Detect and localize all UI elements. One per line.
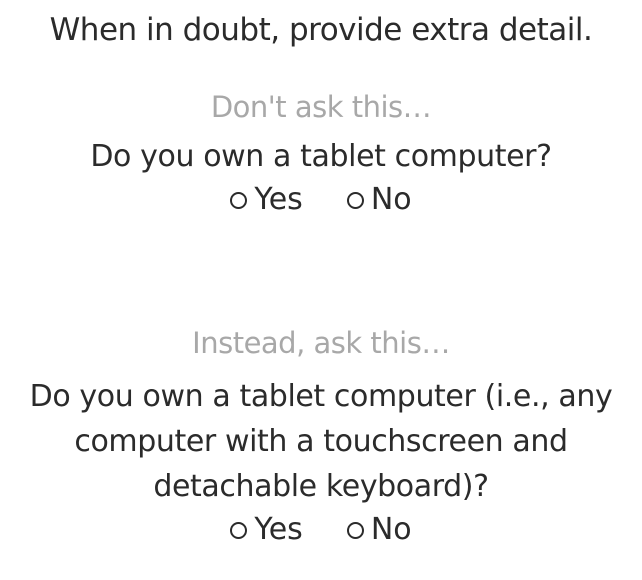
bad-example-option-no[interactable]: No [346, 180, 412, 220]
radio-button[interactable] [346, 521, 364, 539]
bad-example-question: Do you own a tablet computer? [90, 139, 552, 174]
bad-example-options: Yes No [0, 180, 642, 220]
good-example-options: Yes No [0, 510, 642, 550]
radio-button[interactable] [230, 521, 248, 539]
radio-button[interactable] [346, 191, 364, 209]
option-label-yes: Yes [254, 182, 303, 217]
option-label-no: No [370, 512, 412, 547]
radio-button[interactable] [230, 191, 248, 209]
option-label-no: No [370, 182, 412, 217]
bad-example-label: Don't ask this… [210, 90, 432, 124]
survey-tip-slide: When in doubt, provide extra detail. Don… [0, 0, 642, 580]
good-example-question: Do you own a tablet computer (i.e., any … [29, 379, 613, 504]
good-example-label: Instead, ask this… [192, 326, 450, 360]
page-title: When in doubt, provide extra detail. [49, 12, 593, 48]
good-example-option-yes[interactable]: Yes [230, 510, 303, 550]
bad-example-option-yes[interactable]: Yes [230, 180, 303, 220]
good-example-option-no[interactable]: No [346, 510, 412, 550]
option-label-yes: Yes [254, 512, 303, 547]
